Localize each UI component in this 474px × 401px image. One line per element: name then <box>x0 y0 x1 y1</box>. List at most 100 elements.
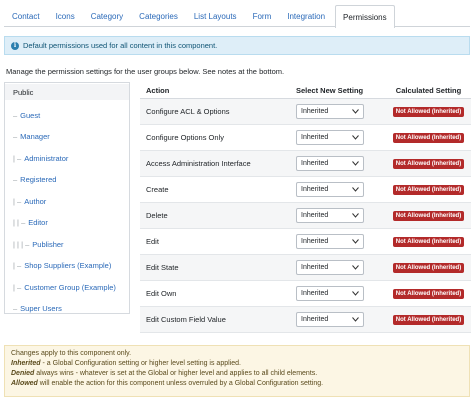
chevron-down-icon <box>351 316 359 324</box>
setting-select[interactable]: Inherited <box>296 104 364 119</box>
group-item-customer-group[interactable]: | – Customer Group (Example) <box>5 281 129 293</box>
action-label: Configure ACL & Options <box>146 107 230 116</box>
chevron-down-icon <box>351 290 359 298</box>
group-label: Guest <box>20 110 41 120</box>
group-indent: – <box>13 110 18 120</box>
info-icon: i <box>11 41 19 50</box>
tab-category[interactable]: Category <box>83 5 131 27</box>
action-label: Access Administration Interface <box>146 159 251 168</box>
chevron-down-icon <box>351 238 359 246</box>
group-label: Manager <box>20 131 50 141</box>
setting-select[interactable]: Inherited <box>296 312 364 327</box>
group-indent: – <box>13 131 18 141</box>
group-item-super-users[interactable]: – Super Users <box>5 302 129 314</box>
table-row: Edit Custom Field Value Inherited Not Al… <box>140 307 471 333</box>
chevron-down-icon <box>351 264 359 272</box>
group-item-editor[interactable]: | | – Editor <box>5 216 129 228</box>
group-item-guest[interactable]: – Guest <box>5 109 129 121</box>
setting-select[interactable]: Inherited <box>296 182 364 197</box>
group-item-public[interactable]: Public <box>5 84 129 100</box>
tab-permissions[interactable]: Permissions <box>335 5 395 28</box>
group-label: Administrator <box>24 153 69 163</box>
manage-instructions: Manage the permission settings for the u… <box>6 67 285 76</box>
note-term-inherited: Inherited <box>11 360 41 367</box>
group-label: Shop Suppliers (Example) <box>24 260 112 270</box>
setting-select[interactable]: Inherited <box>296 208 364 223</box>
info-alert: i Default permissions used for all conte… <box>4 36 470 55</box>
setting-select[interactable]: Inherited <box>296 156 364 171</box>
setting-select[interactable]: Inherited <box>296 260 364 275</box>
group-label: Customer Group (Example) <box>24 282 116 292</box>
group-item-manager[interactable]: – Manager <box>5 130 129 142</box>
alert-text: Default permissions used for all content… <box>23 41 218 50</box>
select-value: Inherited <box>301 212 329 219</box>
table-row: Delete Inherited Not Allowed (Inherited) <box>140 203 471 229</box>
table-row: Configure Options Only Inherited Not All… <box>140 125 471 151</box>
group-label: Publisher <box>32 239 64 249</box>
chevron-down-icon <box>351 160 359 168</box>
note-text: will enable the action for this componen… <box>37 380 324 387</box>
chevron-down-icon <box>351 212 359 220</box>
group-item-registered[interactable]: – Registered <box>5 173 129 185</box>
group-indent: – <box>13 174 18 184</box>
calculated-badge: Not Allowed (Inherited) <box>392 185 465 195</box>
tab-bar: Contact Icons Category Categories List L… <box>4 5 470 28</box>
action-label: Configure Options Only <box>146 133 224 142</box>
group-indent: | | – <box>13 217 26 227</box>
select-value: Inherited <box>301 290 329 297</box>
action-label: Edit Custom Field Value <box>146 315 226 324</box>
note-line: Inherited - a Global Configuration setti… <box>11 359 463 369</box>
action-label: Create <box>146 185 169 194</box>
group-item-administrator[interactable]: | – Administrator <box>5 152 129 164</box>
header-action: Action <box>146 85 170 95</box>
group-indent: | – <box>13 196 22 206</box>
note-line: Denied always wins - whatever is set at … <box>11 369 463 379</box>
setting-select[interactable]: Inherited <box>296 234 364 249</box>
tab-icons[interactable]: Icons <box>48 5 83 27</box>
header-calc: Calculated Setting <box>395 85 462 95</box>
select-value: Inherited <box>301 160 329 167</box>
calculated-badge: Not Allowed (Inherited) <box>392 315 465 325</box>
group-indent: | | | – <box>13 239 30 249</box>
user-group-list: Public – Guest – Manager | – Administrat… <box>4 82 130 314</box>
table-row: Configure ACL & Options Inherited Not Al… <box>140 99 471 125</box>
note-term-denied: Denied <box>11 370 35 377</box>
group-item-shop-suppliers[interactable]: | – Shop Suppliers (Example) <box>5 259 129 271</box>
calculated-badge: Not Allowed (Inherited) <box>392 107 465 117</box>
tab-list-layouts[interactable]: List Layouts <box>186 5 245 27</box>
note-line: Changes apply to this component only. <box>11 350 132 357</box>
group-indent: | – <box>13 153 22 163</box>
table-header: Action Select New Setting Calculated Set… <box>140 82 471 99</box>
group-item-publisher[interactable]: | | | – Publisher <box>5 238 129 250</box>
permissions-table: Action Select New Setting Calculated Set… <box>140 82 471 333</box>
group-label: Registered <box>20 174 57 184</box>
group-label: Super Users <box>20 303 62 313</box>
calculated-badge: Not Allowed (Inherited) <box>392 159 465 169</box>
note-text: - a Global Configuration setting or high… <box>40 360 241 367</box>
select-value: Inherited <box>301 238 329 245</box>
note-line: Allowed will enable the action for this … <box>11 379 463 389</box>
group-indent: | – <box>13 260 22 270</box>
header-select: Select New Setting <box>296 85 364 95</box>
group-indent: | – <box>13 282 22 292</box>
tab-form[interactable]: Form <box>245 5 280 27</box>
setting-select[interactable]: Inherited <box>296 286 364 301</box>
select-value: Inherited <box>301 264 329 271</box>
select-value: Inherited <box>301 186 329 193</box>
select-value: Inherited <box>301 316 329 323</box>
calculated-badge: Not Allowed (Inherited) <box>392 211 465 221</box>
action-label: Edit <box>146 237 159 246</box>
chevron-down-icon <box>351 108 359 116</box>
table-row: Access Administration Interface Inherite… <box>140 151 471 177</box>
calculated-badge: Not Allowed (Inherited) <box>392 263 465 273</box>
select-value: Inherited <box>301 108 329 115</box>
note-text: always wins - whatever is set at the Glo… <box>34 370 318 377</box>
setting-select[interactable]: Inherited <box>296 130 364 145</box>
tab-contact[interactable]: Contact <box>4 5 48 27</box>
tab-integration[interactable]: Integration <box>279 5 333 27</box>
group-label: Author <box>24 196 47 206</box>
tab-categories[interactable]: Categories <box>131 5 186 27</box>
group-indent: – <box>13 303 18 313</box>
group-item-author[interactable]: | – Author <box>5 195 129 207</box>
note-term-allowed: Allowed <box>11 380 38 387</box>
